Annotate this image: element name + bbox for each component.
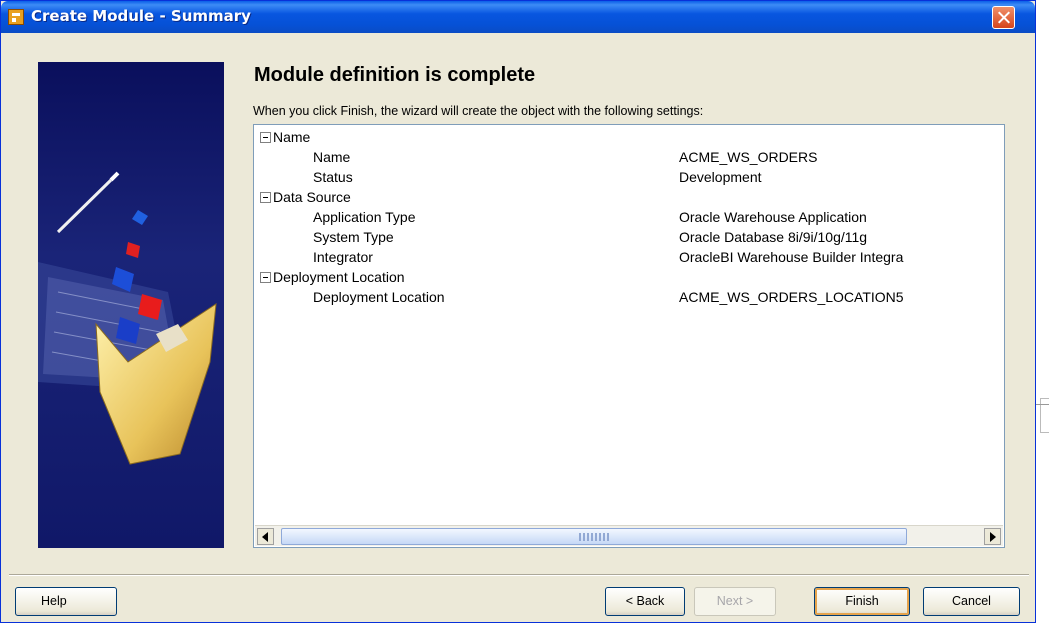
- intro-text: When you click Finish, the wizard will c…: [253, 104, 704, 118]
- scroll-thumb[interactable]: [281, 528, 907, 545]
- minus-box-icon[interactable]: [260, 192, 271, 203]
- next-button[interactable]: Next >: [694, 587, 776, 616]
- wizard-window: Create Module - Summary Module definitio…: [0, 0, 1036, 623]
- back-button[interactable]: < Back: [605, 587, 685, 616]
- tree-item-value: OracleBI Warehouse Builder Integra: [679, 249, 904, 265]
- tree-item-integrator[interactable]: Integrator OracleBI Warehouse Builder In…: [313, 247, 1003, 267]
- window-title: Create Module - Summary: [31, 7, 251, 25]
- tree-group-data-source[interactable]: Data Source: [260, 187, 351, 207]
- finish-button[interactable]: Finish: [814, 587, 910, 616]
- tree-item-status[interactable]: Status Development: [313, 167, 1003, 187]
- tree-item-system-type[interactable]: System Type Oracle Database 8i/9i/10g/11…: [313, 227, 1003, 247]
- tree-item-value: ACME_WS_ORDERS_LOCATION5: [679, 289, 904, 305]
- folder-illustration-icon: [38, 171, 217, 465]
- scroll-left-icon[interactable]: [257, 528, 274, 545]
- tree-item-value: ACME_WS_ORDERS: [679, 149, 818, 165]
- help-button[interactable]: Help: [15, 587, 117, 616]
- wizard-app-icon: [8, 9, 24, 25]
- wizard-illustration: [38, 62, 224, 548]
- minus-box-icon[interactable]: [260, 132, 271, 143]
- tree-item-application-type[interactable]: Application Type Oracle Warehouse Applic…: [313, 207, 1003, 227]
- tree-item-name[interactable]: Name ACME_WS_ORDERS: [313, 147, 1003, 167]
- grip-icon: [579, 533, 609, 541]
- tree-group-name[interactable]: Name: [260, 127, 310, 147]
- background-divider: [1036, 404, 1049, 405]
- settings-tree[interactable]: Name Name ACME_WS_ORDERS Status Developm…: [253, 124, 1005, 548]
- tree-item-value: Oracle Database 8i/9i/10g/11g: [679, 229, 868, 245]
- close-icon[interactable]: [992, 6, 1015, 29]
- horizontal-scrollbar[interactable]: [255, 525, 1003, 546]
- tree-item-value: Development: [679, 169, 762, 185]
- scroll-right-icon[interactable]: [984, 528, 1001, 545]
- button-divider: [9, 574, 1029, 576]
- minus-box-icon[interactable]: [260, 272, 271, 283]
- cancel-button[interactable]: Cancel: [923, 587, 1020, 616]
- tree-group-deployment-location[interactable]: Deployment Location: [260, 267, 405, 287]
- tree-item-value: Oracle Warehouse Application: [679, 209, 867, 225]
- title-bar[interactable]: Create Module - Summary: [1, 1, 1035, 33]
- page-heading: Module definition is complete: [254, 64, 536, 86]
- tree-item-deployment-location[interactable]: Deployment Location ACME_WS_ORDERS_LOCAT…: [313, 287, 1003, 307]
